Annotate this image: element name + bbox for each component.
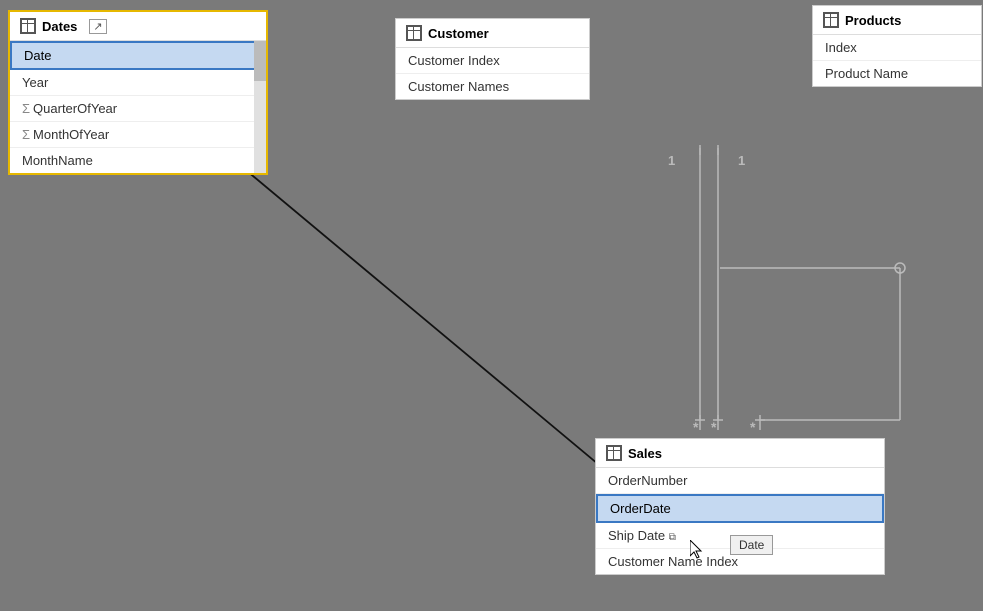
customer-table-title: Customer (428, 26, 489, 41)
dates-table-header: Dates ↗ (10, 12, 266, 41)
sales-field-orderdate[interactable]: OrderDate (596, 494, 884, 523)
svg-text:1: 1 (738, 153, 745, 168)
products-table-title: Products (845, 13, 901, 28)
sales-table: Sales OrderNumber OrderDate Ship Date ⧉ … (595, 438, 885, 575)
svg-text:*: * (750, 419, 756, 435)
svg-text:*: * (693, 419, 699, 435)
svg-text:1: 1 (668, 153, 675, 168)
dates-field-year[interactable]: Year (10, 70, 266, 96)
sales-field-ordernumber[interactable]: OrderNumber (596, 468, 884, 494)
sales-table-header: Sales (596, 439, 884, 468)
products-field-productname[interactable]: Product Name (813, 61, 981, 86)
external-link-icon: ⧉ (669, 532, 676, 543)
dates-scrollbar[interactable] (254, 41, 266, 173)
products-field-index[interactable]: Index (813, 35, 981, 61)
dates-table: Dates ↗ Date Year ΣQuarterOfYear ΣMonthO… (8, 10, 268, 175)
customer-field-names[interactable]: Customer Names (396, 74, 589, 99)
sales-table-title: Sales (628, 446, 662, 461)
dates-table-title: Dates (42, 19, 77, 34)
table-icon-dates (20, 18, 36, 34)
dates-field-monthname[interactable]: MonthName (10, 148, 266, 173)
sales-field-customernameindex[interactable]: Customer Name Index (596, 549, 884, 574)
table-icon-products (823, 12, 839, 28)
sales-field-shipdate[interactable]: Ship Date ⧉ (596, 523, 884, 549)
customer-table-header: Customer (396, 19, 589, 48)
customer-table: Customer Customer Index Customer Names (395, 18, 590, 100)
dates-scrollbar-thumb[interactable] (254, 41, 266, 81)
table-icon-customer (406, 25, 422, 41)
dates-field-date[interactable]: Date (10, 41, 266, 70)
dates-field-quarterofyear[interactable]: ΣQuarterOfYear (10, 96, 266, 122)
customer-field-index[interactable]: Customer Index (396, 48, 589, 74)
products-table: Products Index Product Name (812, 5, 982, 87)
svg-text:*: * (711, 419, 717, 435)
dates-field-monthofyear[interactable]: ΣMonthOfYear (10, 122, 266, 148)
table-icon-sales (606, 445, 622, 461)
dates-expand-icon[interactable]: ↗ (89, 19, 106, 34)
products-table-header: Products (813, 6, 981, 35)
